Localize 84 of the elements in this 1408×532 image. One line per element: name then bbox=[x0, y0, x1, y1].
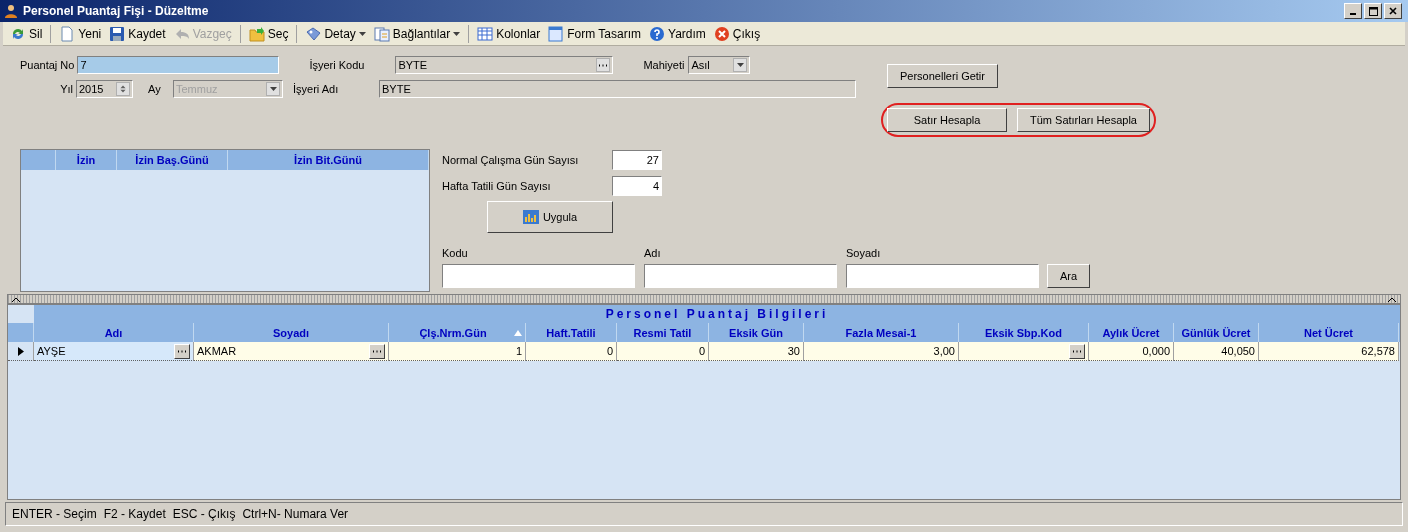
collapse-icon[interactable] bbox=[1388, 296, 1396, 302]
maximize-button[interactable] bbox=[1364, 3, 1382, 19]
ellipsis-icon bbox=[372, 349, 382, 353]
caret-icon bbox=[453, 31, 461, 36]
person-icon bbox=[4, 4, 18, 18]
toolbar-icon bbox=[477, 25, 494, 42]
dropdown-arrow-icon bbox=[269, 87, 277, 91]
table-cell: 1 bbox=[515, 345, 522, 357]
toolbar-button[interactable]: Kolonlar bbox=[474, 24, 544, 43]
input-field[interactable] bbox=[442, 264, 635, 288]
close-icon bbox=[1389, 7, 1397, 15]
field-label: Ay bbox=[148, 83, 162, 95]
toolbar-icon bbox=[109, 25, 126, 42]
toolbar-icon bbox=[59, 25, 76, 42]
toolbar-icon bbox=[548, 25, 565, 42]
field-label: Normal Çalışma Gün Sayısı bbox=[442, 154, 580, 166]
dropdown-button[interactable] bbox=[733, 58, 748, 72]
collapse-icon[interactable] bbox=[12, 296, 20, 302]
ellipsis-icon bbox=[177, 349, 187, 353]
input-field[interactable]: 4 bbox=[612, 176, 662, 196]
field-label: Kodu bbox=[442, 247, 469, 259]
action-button[interactable]: Tüm Satırları Hesapla bbox=[1017, 108, 1150, 132]
ellipsis-icon bbox=[598, 63, 609, 67]
table-cell: 0 bbox=[698, 345, 705, 357]
caret-icon bbox=[358, 31, 366, 36]
sort-icon bbox=[514, 329, 522, 336]
input-field[interactable] bbox=[846, 264, 1039, 288]
maximize-icon bbox=[1368, 6, 1378, 16]
spinner-icon[interactable] bbox=[116, 82, 130, 96]
search-button[interactable]: Ara bbox=[1047, 264, 1091, 288]
status-text: ENTER - Seçim bbox=[12, 507, 97, 521]
status-text: ESC - Çıkış bbox=[172, 507, 236, 521]
toolbar-icon bbox=[305, 25, 322, 42]
table-cell: 3,00 bbox=[933, 345, 955, 357]
dropdown-arrow-icon bbox=[736, 63, 744, 67]
status-text: F2 - Kaydet bbox=[103, 507, 166, 521]
close-button[interactable] bbox=[1384, 3, 1402, 19]
toolbar-button[interactable]: Detay bbox=[302, 24, 369, 43]
table-cell: 0 bbox=[606, 345, 613, 357]
field-label: Puantaj No bbox=[20, 59, 75, 71]
table-cell: AKMAR bbox=[197, 345, 237, 357]
column-header[interactable]: İzin bbox=[56, 150, 117, 170]
column-header[interactable]: İzin Baş.Günü bbox=[117, 150, 228, 170]
table-cell: 0,000 bbox=[1142, 345, 1170, 357]
input-field[interactable] bbox=[644, 264, 837, 288]
grid-title: Personel Puantaj Bilgileri bbox=[34, 305, 1400, 323]
minimize-button[interactable] bbox=[1344, 3, 1362, 19]
toolbar-button[interactable]: Bağlantılar bbox=[370, 24, 464, 43]
table-cell: 40,050 bbox=[1221, 345, 1255, 357]
field-label: Mahiyeti bbox=[643, 59, 685, 71]
toolbar-button[interactable]: Çıkış bbox=[710, 24, 764, 43]
field-label: Soyadı bbox=[846, 247, 882, 259]
input-field[interactable]: Asıl bbox=[688, 56, 751, 74]
window-title: Personel Puantaj Fişi - Düzeltme bbox=[23, 4, 210, 18]
table-cell: 62,578 bbox=[1361, 345, 1395, 357]
apply-button[interactable]: Uygula bbox=[487, 201, 613, 233]
chart-icon bbox=[522, 210, 539, 224]
field-label: İşyeri Adı bbox=[293, 83, 340, 95]
action-button[interactable]: Personelleri Getir bbox=[887, 64, 998, 88]
action-button[interactable]: Satır Hesapla bbox=[887, 108, 1007, 132]
toolbar-icon bbox=[713, 25, 730, 42]
field-label: Adı bbox=[644, 247, 662, 259]
toolbar-button[interactable]: Kaydet bbox=[106, 24, 169, 43]
toolbar-icon bbox=[248, 25, 265, 42]
toolbar-button[interactable]: Sil bbox=[7, 24, 46, 43]
field-label: İşyeri Kodu bbox=[309, 59, 366, 71]
table-cell: 30 bbox=[787, 345, 800, 357]
toolbar-icon bbox=[373, 25, 390, 42]
input-field[interactable]: BYTE bbox=[395, 56, 614, 74]
toolbar-button[interactable]: Form Tasarım bbox=[545, 24, 644, 43]
input-field[interactable]: BYTE bbox=[379, 80, 856, 98]
field-label: Hafta Tatili Gün Sayısı bbox=[442, 180, 552, 192]
toolbar-button[interactable]: Yardım bbox=[646, 24, 709, 43]
input-field[interactable]: 7 bbox=[77, 56, 280, 74]
table-cell: AYŞE bbox=[37, 345, 66, 357]
status-text: Ctrl+N- Numara Ver bbox=[242, 507, 349, 521]
ellipsis-icon bbox=[1072, 349, 1082, 353]
toolbar-icon bbox=[649, 25, 665, 42]
input-field[interactable]: 2015 bbox=[76, 80, 133, 98]
toolbar-button[interactable]: Yeni bbox=[56, 24, 105, 43]
field-label: Yıl bbox=[59, 83, 74, 95]
input-field[interactable]: 27 bbox=[612, 150, 662, 170]
column-header[interactable]: İzin Bit.Günü bbox=[228, 150, 429, 170]
toolbar-button[interactable]: Seç bbox=[245, 24, 292, 43]
